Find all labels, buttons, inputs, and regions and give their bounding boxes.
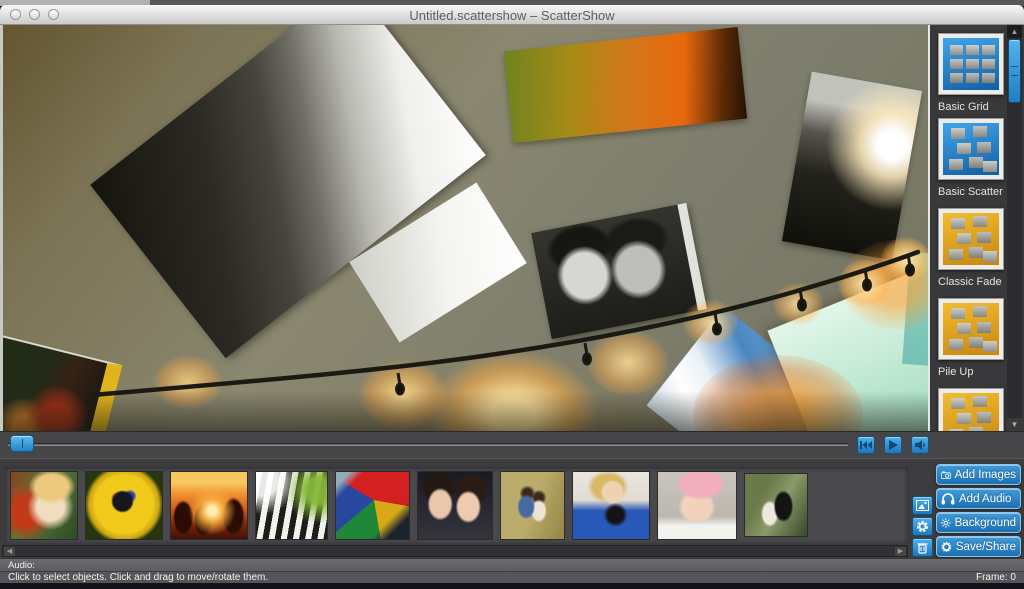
app-window: Untitled.scattershow – ScatterShow bbox=[0, 0, 1024, 589]
template-item-partial[interactable] bbox=[938, 388, 1004, 431]
light-glow bbox=[428, 350, 598, 431]
template-label: Basic Scatter bbox=[938, 186, 1004, 198]
add-images-button[interactable]: Add Images bbox=[936, 464, 1021, 485]
template-thumbnail bbox=[938, 33, 1004, 95]
template-thumbnail bbox=[938, 208, 1004, 270]
filmstrip-photo-camera-woman[interactable] bbox=[573, 472, 649, 539]
add-audio-button[interactable]: Add Audio bbox=[936, 488, 1021, 509]
status-bar: Click to select objects. Click and drag … bbox=[0, 571, 1024, 583]
filmstrip-photo-kite[interactable] bbox=[336, 472, 409, 539]
template-item-basic-scatter[interactable]: Basic Scatter bbox=[938, 118, 1004, 198]
delete-button[interactable] bbox=[912, 538, 933, 557]
filmstrip bbox=[5, 467, 908, 543]
scroll-down-icon[interactable]: ▼ bbox=[1007, 418, 1022, 431]
scatter-photo-bw-couple[interactable] bbox=[531, 203, 707, 339]
timeline-row bbox=[0, 431, 1024, 458]
filmstrip-photo-party[interactable] bbox=[171, 472, 247, 539]
filmstrip-photo-couple-grass[interactable] bbox=[501, 472, 564, 539]
timeline-track[interactable] bbox=[8, 443, 848, 446]
template-sidebar: Basic Grid Basic Scatter Classic Fade Pi… bbox=[930, 25, 1024, 431]
badge-icon bbox=[941, 540, 952, 554]
tool-column bbox=[912, 496, 934, 557]
scroll-left-icon[interactable]: ◀ bbox=[4, 547, 15, 556]
filmstrip-photo-child[interactable] bbox=[11, 472, 77, 539]
media-panel: ◀ ▶ bbox=[0, 458, 1024, 558]
template-item-classic-fade[interactable]: Classic Fade bbox=[938, 208, 1004, 288]
frame-counter: Frame: 0 bbox=[976, 572, 1016, 583]
play-button[interactable] bbox=[884, 436, 902, 454]
action-buttons: Add Images Add Audio bbox=[936, 464, 1021, 557]
image-settings-button[interactable] bbox=[912, 496, 933, 515]
image-icon bbox=[916, 500, 929, 511]
filmstrip-photo-zebra[interactable] bbox=[256, 472, 327, 539]
window-title: Untitled.scattershow – ScatterShow bbox=[0, 8, 1024, 23]
scatter-photo-sunset[interactable] bbox=[782, 72, 922, 261]
filmstrip-scrollbar[interactable]: ◀ ▶ bbox=[2, 545, 908, 557]
filmstrip-photo-sunflower[interactable] bbox=[86, 472, 162, 539]
filmstrip-photo-wedding[interactable] bbox=[745, 474, 807, 536]
light-glow bbox=[588, 330, 668, 395]
skip-to-start-button[interactable] bbox=[857, 436, 875, 454]
desktop-strip bbox=[0, 583, 1024, 589]
template-thumbnail bbox=[938, 298, 1004, 360]
skip-to-start-icon bbox=[860, 440, 872, 450]
camera-icon bbox=[941, 469, 951, 481]
template-item-basic-grid[interactable]: Basic Grid bbox=[938, 33, 1004, 113]
play-icon bbox=[888, 440, 898, 450]
trash-icon bbox=[917, 542, 928, 554]
save-share-button[interactable]: Save/Share bbox=[936, 536, 1021, 557]
template-label: Pile Up bbox=[938, 366, 1004, 378]
light-glow bbox=[358, 360, 448, 430]
preview-canvas[interactable] bbox=[0, 25, 930, 431]
scroll-right-icon[interactable]: ▶ bbox=[895, 547, 906, 556]
scatter-photo-yellow-edge[interactable] bbox=[0, 332, 122, 431]
scatter-photo-autumn[interactable] bbox=[504, 27, 747, 143]
mute-button[interactable] bbox=[911, 436, 929, 454]
light-glow bbox=[153, 355, 223, 410]
background-button[interactable]: Background bbox=[936, 512, 1021, 533]
button-label: Add Images bbox=[955, 469, 1016, 481]
scatter-photo-teal-strip[interactable] bbox=[902, 252, 930, 366]
sidebar-scrollbar[interactable]: ▲ ▼ bbox=[1007, 25, 1022, 431]
hint-text: Click to select objects. Click and drag … bbox=[8, 572, 268, 583]
template-thumbnail bbox=[938, 388, 1004, 431]
filmstrip-photo-baby[interactable] bbox=[658, 472, 736, 539]
button-label: Save/Share bbox=[956, 541, 1016, 553]
audio-label: Audio: bbox=[8, 560, 35, 571]
sun-icon bbox=[941, 516, 951, 530]
scrollbar-thumb[interactable] bbox=[1008, 39, 1021, 103]
button-label: Background bbox=[955, 517, 1016, 529]
scroll-up-icon[interactable]: ▲ bbox=[1007, 25, 1022, 38]
template-thumbnail bbox=[938, 118, 1004, 180]
template-label: Basic Grid bbox=[938, 101, 1004, 113]
template-label: Classic Fade bbox=[938, 276, 1004, 288]
button-label: Add Audio bbox=[959, 493, 1011, 505]
headphones-icon bbox=[941, 492, 955, 505]
speaker-icon bbox=[915, 440, 926, 450]
timeline-handle[interactable] bbox=[10, 435, 34, 452]
titlebar[interactable]: Untitled.scattershow – ScatterShow bbox=[0, 5, 1024, 25]
filmstrip-photo-two-women[interactable] bbox=[418, 472, 492, 539]
template-item-pile-up[interactable]: Pile Up bbox=[938, 298, 1004, 378]
gear-icon bbox=[916, 520, 929, 533]
settings-button[interactable] bbox=[912, 517, 933, 536]
audio-bar: Audio: bbox=[0, 558, 1024, 571]
